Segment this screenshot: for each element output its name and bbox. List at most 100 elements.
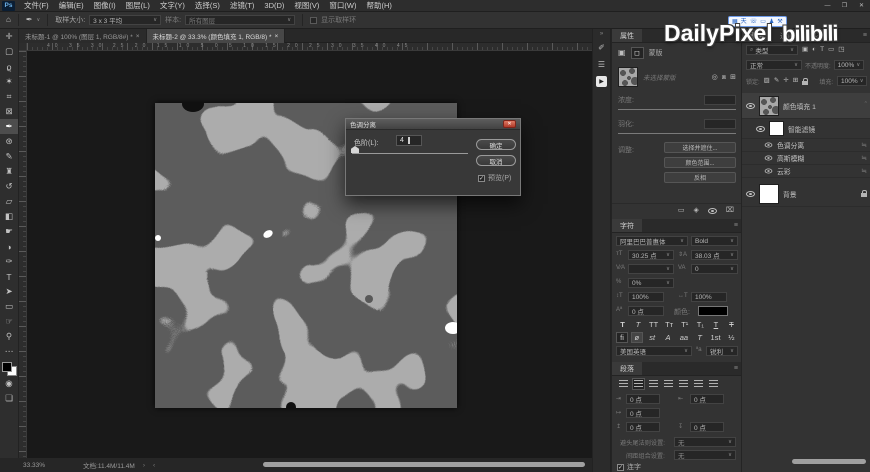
show-sampling-ring-checkbox[interactable] xyxy=(310,16,318,24)
underline-button[interactable]: T xyxy=(709,320,722,329)
layer-row-gaussian-blur[interactable]: 高斯模糊 ≒ xyxy=(742,152,870,165)
lock-artboard-icon[interactable]: ⊞ xyxy=(793,77,798,85)
frame-tool[interactable]: ⊠ xyxy=(0,104,18,119)
smudge-tool[interactable]: ☛ xyxy=(0,224,18,239)
mask-link-icon[interactable]: ◎ xyxy=(712,74,718,81)
collapse-panels-icon[interactable]: » xyxy=(593,29,610,39)
indent-left-input[interactable]: 0 点 xyxy=(626,394,660,404)
dialog-title-bar[interactable]: 色调分离 ✕ xyxy=(346,119,520,130)
chevron-down-icon[interactable]: ∨ xyxy=(37,17,41,23)
mask-copy-icon[interactable]: ⧈ xyxy=(722,74,726,81)
tab-properties[interactable]: 属性 xyxy=(612,29,642,42)
eyedropper-tool-icon[interactable]: ✒ xyxy=(26,16,33,24)
horizontal-scrollbar[interactable] xyxy=(263,462,585,467)
eraser-tool[interactable]: ▱ xyxy=(0,194,18,209)
feather-value[interactable] xyxy=(704,119,736,129)
filter-blend-options-icon[interactable]: ≒ xyxy=(861,141,867,149)
menu-view[interactable]: 视图(V) xyxy=(289,0,324,11)
move-tool[interactable]: ✛ xyxy=(0,29,18,44)
layer-thumbnail[interactable] xyxy=(759,95,779,116)
color-range-button[interactable]: 颜色范围... xyxy=(664,157,736,168)
leading-select[interactable]: 38.03 点 ∨ xyxy=(691,250,738,260)
screen-mode-button[interactable]: ❏ xyxy=(0,391,18,406)
pen-tool[interactable]: ✑ xyxy=(0,254,18,269)
filter-adjustment-icon[interactable]: ◐ xyxy=(812,46,816,54)
opacity-select[interactable]: 100% ∨ xyxy=(833,60,864,70)
subscript-button[interactable]: T₁ xyxy=(694,320,707,329)
color-swatches[interactable] xyxy=(1,362,17,376)
type-tool[interactable]: T xyxy=(0,269,18,284)
swash-button[interactable]: A xyxy=(662,333,675,342)
cancel-button[interactable]: 取消 xyxy=(476,155,516,166)
space-after-input[interactable]: 0 点 xyxy=(690,422,724,432)
sample-select[interactable]: 所有图层 ∨ xyxy=(185,15,296,25)
filter-shape-icon[interactable]: ▭ xyxy=(828,46,834,54)
language-select[interactable]: 美国英语 ∨ xyxy=(616,346,692,356)
font-style-select[interactable]: Bold ∨ xyxy=(691,236,738,246)
text-color-swatch[interactable] xyxy=(698,306,728,316)
lock-pixels-icon[interactable]: ✎ xyxy=(774,77,779,85)
panel-menu-icon[interactable]: ≡ xyxy=(860,29,870,42)
antialias-select[interactable]: 锐利 ∨ xyxy=(706,346,738,356)
shape-tool[interactable]: ▭ xyxy=(0,299,18,314)
close-button[interactable]: ✕ xyxy=(853,1,870,11)
align-center-button[interactable] xyxy=(632,378,645,390)
foreground-color-swatch[interactable] xyxy=(1,362,12,372)
menu-select[interactable]: 选择(S) xyxy=(190,0,225,11)
filter-blend-options-icon[interactable]: ≒ xyxy=(861,167,867,175)
visibility-eye-icon[interactable] xyxy=(764,155,773,161)
smart-filter-mask-thumbnail[interactable] xyxy=(769,121,784,136)
hand-tool[interactable]: ☞ xyxy=(0,314,18,329)
density-slider[interactable] xyxy=(618,109,736,110)
visibility-eye-icon[interactable] xyxy=(746,190,755,197)
layer-row-color-fill[interactable]: 颜色填充 1 ˆ xyxy=(742,93,870,119)
marquee-tool[interactable]: ▢ xyxy=(0,44,18,59)
menu-help[interactable]: 帮助(H) xyxy=(362,0,397,11)
align-right-button[interactable] xyxy=(647,378,660,390)
clone-stamp-tool[interactable]: ♜ xyxy=(0,164,18,179)
justify-last-center-button[interactable] xyxy=(677,378,690,390)
layer-row-posterize[interactable]: 色调分离 ≒ xyxy=(742,139,870,152)
menu-filter[interactable]: 滤镜(T) xyxy=(225,0,260,11)
tab-close-icon[interactable]: × xyxy=(274,33,278,40)
menu-image[interactable]: 图像(I) xyxy=(89,0,121,11)
space-before-input[interactable]: 0 点 xyxy=(626,422,660,432)
small-caps-button[interactable]: Tт xyxy=(663,320,676,329)
collapse-smartfilters-icon[interactable]: ˆ xyxy=(865,102,867,109)
contextual-alternates-button[interactable]: ø xyxy=(630,332,643,343)
menu-layer[interactable]: 图层(L) xyxy=(121,0,155,11)
path-select-tool[interactable]: ➤ xyxy=(0,284,18,299)
panel-menu-icon[interactable]: ≡ xyxy=(731,219,741,232)
properties-sliders-panel-icon[interactable]: ☰ xyxy=(593,56,610,73)
mask-border-icon[interactable]: ▭ xyxy=(678,207,685,214)
quick-select-tool[interactable]: ✶ xyxy=(0,74,18,89)
kinsoku-select[interactable]: 无 ∨ xyxy=(674,437,736,447)
vertical-scale-input[interactable]: 100% xyxy=(628,292,664,302)
brush-settings-panel-icon[interactable]: ✐ xyxy=(593,39,610,56)
faux-italic-button[interactable]: T xyxy=(632,320,645,329)
visibility-eye-icon[interactable] xyxy=(764,168,773,174)
restore-button[interactable]: ❐ xyxy=(836,1,853,11)
mask-visibility-eye-icon[interactable] xyxy=(707,207,717,214)
ruler-top[interactable]: 40 35 30 25 20 15 10 5 0 5 10 15 20 25 3… xyxy=(27,43,592,51)
dodge-tool[interactable]: ◑ xyxy=(0,239,18,254)
preview-checkbox[interactable]: ✓ xyxy=(478,174,485,182)
align-left-button[interactable] xyxy=(617,378,630,390)
justify-last-right-button[interactable] xyxy=(692,378,705,390)
superscript-button[interactable]: T¹ xyxy=(678,320,691,329)
mask-grid-icon[interactable]: ⊞ xyxy=(730,74,736,81)
delete-mask-icon[interactable]: ⌧ xyxy=(726,207,734,214)
mojikumi-select[interactable]: 无 ∨ xyxy=(674,450,736,460)
filter-type-icon[interactable]: T xyxy=(820,46,824,54)
titling-alternates-button[interactable]: T xyxy=(693,333,706,342)
levels-input[interactable]: 4 xyxy=(396,135,422,146)
mask-icon[interactable]: ◻ xyxy=(630,47,644,59)
lasso-tool[interactable]: ϱ xyxy=(0,59,18,74)
indent-right-input[interactable]: 0 点 xyxy=(690,394,724,404)
panel-scrollbar[interactable] xyxy=(792,459,866,464)
justify-all-button[interactable] xyxy=(707,378,720,390)
pixel-layer-icon[interactable]: ▣ xyxy=(618,49,626,57)
lock-all-icon[interactable] xyxy=(802,77,809,85)
eyedropper-tool[interactable]: ✒ xyxy=(0,119,18,134)
ok-button[interactable]: 确定 xyxy=(476,139,516,150)
